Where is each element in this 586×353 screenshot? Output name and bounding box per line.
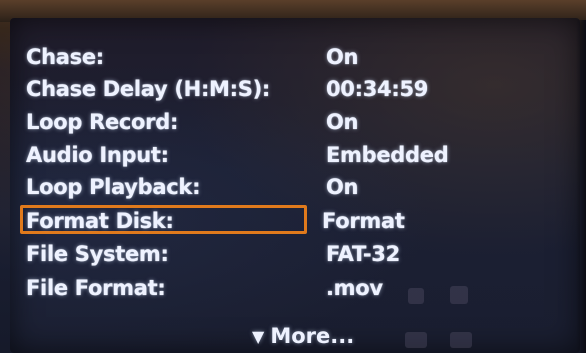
more-button[interactable]: ▼ More... — [252, 320, 354, 352]
menu-label: File Format: — [26, 276, 166, 300]
menu-value: FAT-32 — [326, 242, 400, 266]
menu-value: On — [326, 45, 359, 69]
menu-label: Chase: — [26, 45, 104, 69]
menu-value: .mov — [326, 276, 383, 300]
menu-label: Format Disk: — [26, 209, 174, 233]
menu-row-chase[interactable]: Chase: On — [24, 42, 564, 72]
menu-label: Loop Record: — [26, 110, 179, 134]
device-display: Chase: On Chase Delay (H:M:S): 00:34:59 … — [0, 0, 586, 353]
menu-row-audio-input[interactable]: Audio Input: Embedded — [24, 140, 564, 170]
menu-value: On — [326, 110, 359, 134]
more-label: More... — [270, 324, 355, 348]
menu-value: Embedded — [326, 143, 449, 167]
menu-row-chase-delay[interactable]: Chase Delay (H:M:S): 00:34:59 — [24, 74, 564, 104]
menu-label: File System: — [26, 242, 169, 266]
menu-label: Audio Input: — [26, 143, 169, 167]
menu-row-file-system[interactable]: File System: FAT-32 — [24, 239, 564, 269]
ghost-rewind-icon — [405, 332, 427, 348]
screen-edge-shadow — [576, 20, 586, 353]
menu-value: Format — [322, 209, 405, 233]
triangle-down-icon: ▼ — [252, 327, 265, 346]
ghost-forward-icon — [450, 332, 472, 348]
menu-row-file-format[interactable]: File Format: .mov — [24, 273, 564, 303]
menu-row-loop-playback[interactable]: Loop Playback: On — [24, 172, 564, 202]
menu-label: Chase Delay (H:M:S): — [26, 77, 270, 101]
menu-label: Loop Playback: — [26, 175, 201, 199]
menu-value: On — [326, 175, 359, 199]
menu-value: 00:34:59 — [326, 77, 429, 101]
menu-row-format-disk[interactable]: Format Disk: Format — [20, 205, 564, 236]
menu-row-loop-record[interactable]: Loop Record: On — [24, 107, 564, 137]
